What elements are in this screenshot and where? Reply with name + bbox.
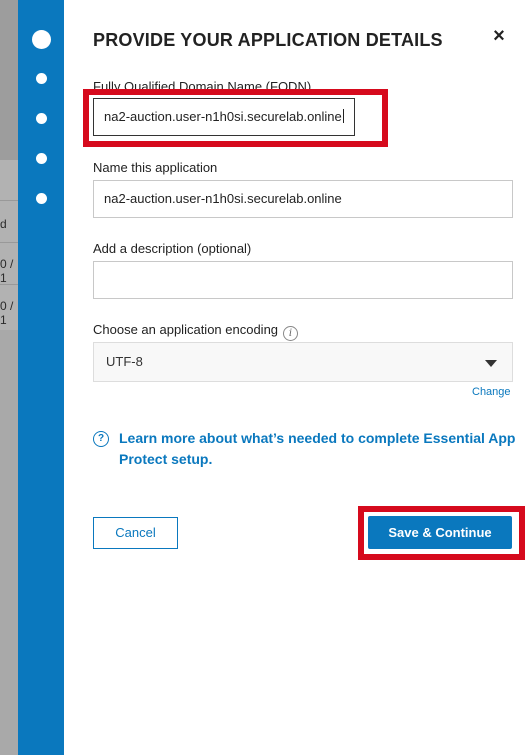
- dropdown-arrow-icon: [485, 360, 497, 367]
- encoding-select[interactable]: UTF-8: [93, 342, 513, 382]
- table-divider: [0, 242, 18, 243]
- save-continue-button[interactable]: Save & Continue: [368, 516, 512, 549]
- fqdn-value: na2-auction.user-n1h0si.securelab.online: [104, 109, 342, 124]
- app-name-value: na2-auction.user-n1h0si.securelab.online: [104, 191, 342, 206]
- encoding-selected-value: UTF-8: [106, 354, 143, 369]
- table-cell: 0 / 1: [0, 257, 14, 285]
- help-icon: ?: [93, 431, 109, 447]
- app-name-label: Name this application: [93, 160, 218, 175]
- step-indicator-3: [36, 113, 47, 124]
- learn-more-link[interactable]: Learn more about what’s needed to comple…: [119, 428, 519, 470]
- step-indicator-2: [36, 73, 47, 84]
- description-input[interactable]: [93, 261, 513, 299]
- text-cursor: [342, 109, 344, 123]
- background-header: [0, 0, 18, 160]
- cancel-button[interactable]: Cancel: [93, 517, 178, 549]
- close-icon[interactable]: ×: [488, 25, 510, 47]
- dialog-title: PROVIDE YOUR APPLICATION DETAILS: [93, 30, 443, 50]
- table-header-cell: d: [0, 217, 7, 231]
- app-name-input[interactable]: na2-auction.user-n1h0si.securelab.online: [93, 180, 513, 218]
- info-icon[interactable]: i: [283, 326, 299, 341]
- background-table: d 0 / 1 0 / 1: [0, 160, 18, 330]
- step-indicator-1: [32, 30, 51, 49]
- table-cell: 0 / 1: [0, 299, 14, 327]
- steps-rail: [18, 0, 64, 755]
- table-divider: [0, 200, 18, 201]
- encoding-label: Choose an application encoding i: [93, 322, 299, 341]
- encoding-label-text: Choose an application encoding: [93, 322, 279, 337]
- step-indicator-5: [36, 193, 47, 204]
- fqdn-input[interactable]: na2-auction.user-n1h0si.securelab.online: [93, 98, 355, 136]
- description-label: Add a description (optional): [93, 241, 252, 256]
- application-details-dialog: PROVIDE YOUR APPLICATION DETAILS × Fully…: [64, 0, 531, 755]
- step-indicator-4: [36, 153, 47, 164]
- change-encoding-link[interactable]: Change: [472, 386, 511, 398]
